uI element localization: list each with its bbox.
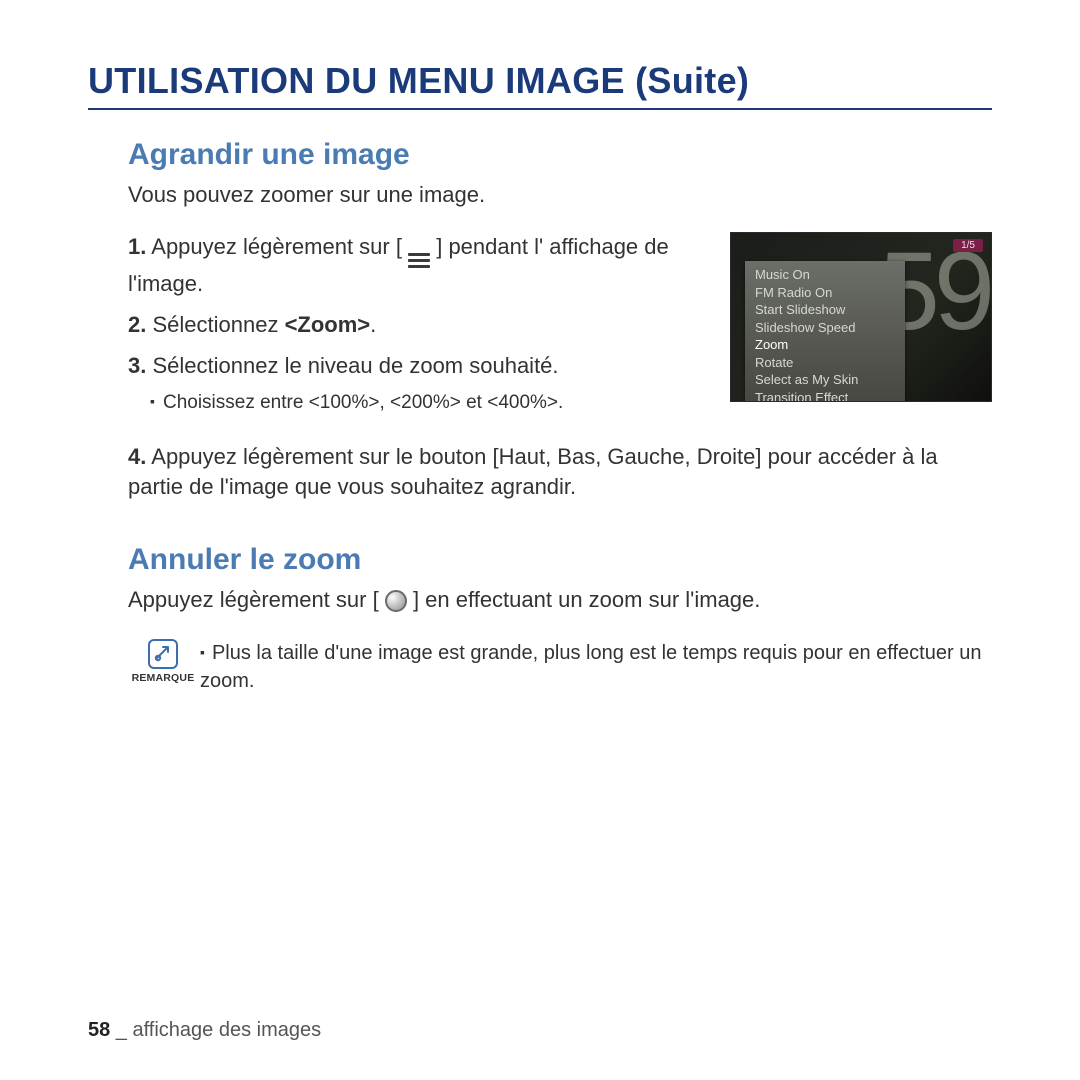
step-2-zoom: <Zoom> [285, 312, 371, 337]
section-intro: Vous pouvez zoomer sur une image. [128, 182, 992, 208]
cancel-text-b: ] en effectuant un zoom sur l'image. [413, 587, 760, 612]
center-button-icon [385, 590, 407, 612]
step-2-text-a: Sélectionnez [152, 312, 284, 337]
page-footer: 58 _ affichage des images [88, 1019, 321, 1042]
device-menu-item: Start Slideshow [755, 301, 895, 319]
device-menu-item: Zoom [755, 336, 895, 354]
step-3: 3. Sélectionnez le niveau de zoom souhai… [128, 351, 712, 380]
step-2: 2. Sélectionnez <Zoom>. [128, 310, 712, 339]
device-screenshot: 59 1/5 Music OnFM Radio OnStart Slidesho… [730, 232, 992, 402]
step-4: 4. Appuyez légèrement sur le bouton [Hau… [128, 442, 992, 504]
device-menu-item: Music On [755, 266, 895, 284]
step-3-text: Sélectionnez le niveau de zoom souhaité. [152, 353, 558, 378]
device-menu-item: Select as My Skin [755, 371, 895, 389]
section-heading-cancel: Annuler le zoom [128, 543, 992, 577]
cancel-text-a: Appuyez légèrement sur [ [128, 587, 379, 612]
step-1: 1. Appuyez légèrement sur [ ] pendant l'… [128, 232, 712, 298]
device-menu-item: Slideshow Speed [755, 319, 895, 337]
step-3-bullet: Choisissez entre <100%>, <200%> et <400%… [150, 392, 712, 414]
note-badge: REMARQUE [128, 639, 198, 684]
device-menu-item: Transition Effect [755, 389, 895, 402]
footer-section: _ affichage des images [110, 1019, 321, 1041]
step-4-bold: bouton [Haut, Bas, Gauche, Droite] [419, 444, 761, 469]
page-number: 58 [88, 1019, 110, 1041]
menu-icon [408, 253, 430, 269]
steps-list: 1. Appuyez légèrement sur [ ] pendant l'… [128, 232, 712, 424]
step-2-text-b: . [370, 312, 376, 337]
device-menu-item: FM Radio On [755, 284, 895, 302]
device-counter: 1/5 [953, 239, 983, 252]
device-menu-item: Rotate [755, 354, 895, 372]
cancel-zoom-line: Appuyez légèrement sur [ ] en effectuant… [128, 587, 992, 613]
note-icon [148, 639, 178, 669]
device-menu-panel: Music OnFM Radio OnStart SlideshowSlides… [745, 261, 905, 402]
step-1-text-a: Appuyez légèrement sur [ [151, 234, 402, 259]
page-title: UTILISATION DU MENU IMAGE (Suite) [88, 60, 992, 110]
note-label: REMARQUE [132, 672, 195, 684]
note-row: REMARQUE Plus la taille d'une image est … [128, 639, 992, 695]
step-4-text-a: Appuyez légèrement sur le [151, 444, 419, 469]
note-text: Plus la taille d'une image est grande, p… [200, 639, 992, 695]
section-heading-enlarge: Agrandir une image [128, 138, 992, 172]
